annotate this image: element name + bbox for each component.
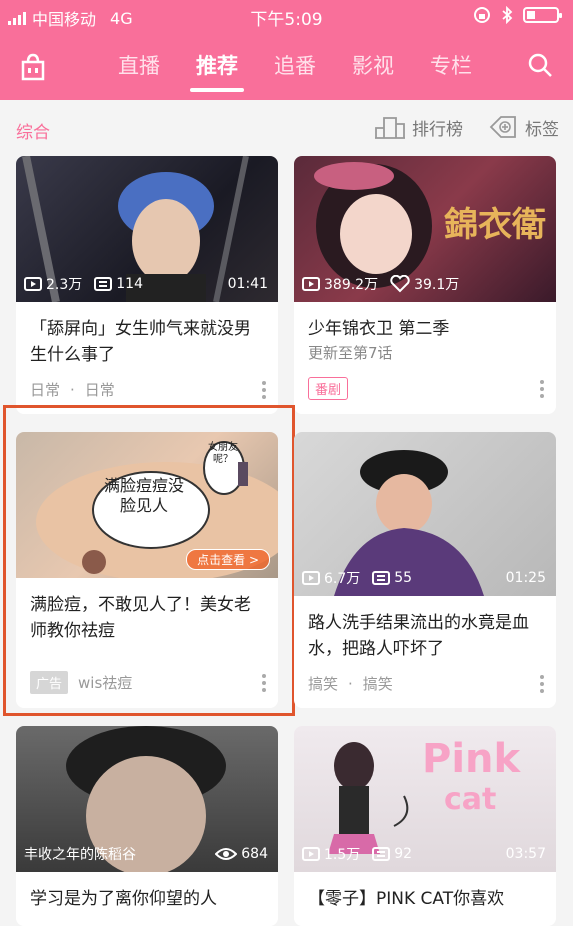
- subcategory-tag[interactable]: 日常: [85, 379, 115, 400]
- danmaku-count: 92: [394, 846, 413, 862]
- category-label[interactable]: 综合: [16, 118, 50, 143]
- video-title[interactable]: 学习是为了离你仰望的人: [16, 872, 278, 912]
- video-thumbnail[interactable]: 6.7万 55 01:25: [294, 432, 556, 596]
- uploader-caption: 丰收之年的陈稻谷: [24, 847, 136, 863]
- danmaku-count: 55: [394, 570, 413, 586]
- category-tag[interactable]: 日常: [30, 379, 60, 400]
- video-card[interactable]: 丰收之年的陈稻谷 684 学习是为了离你仰望的人: [16, 726, 278, 926]
- episode-update: 更新至第7话: [308, 344, 393, 362]
- video-card[interactable]: 6.7万 55 01:25 路人洗手结果流出的水竟是血水，把路人吓坏了 搞笑 ·…: [294, 432, 556, 708]
- view-count: 684: [241, 846, 268, 862]
- play-count: 389.2万: [324, 277, 379, 293]
- video-title[interactable]: 少年锦衣卫 第二季: [294, 302, 556, 342]
- app-logo-icon[interactable]: [18, 52, 48, 82]
- play-count: 6.7万: [324, 571, 361, 587]
- subcategory-tag[interactable]: 搞笑: [363, 673, 393, 694]
- overlay-cat-text: cat: [444, 782, 497, 817]
- overlay-pink-text: Pink: [422, 736, 521, 782]
- tab-column[interactable]: 专栏: [412, 50, 490, 92]
- video-thumbnail[interactable]: 丰收之年的陈稻谷 684: [16, 726, 278, 872]
- tags-label: 标签: [525, 119, 559, 140]
- play-count-icon: [302, 847, 320, 861]
- status-bar: 中国移动 4G 下午5:09: [0, 0, 573, 34]
- video-card[interactable]: 2.3万 114 01:41 「舔屏向」女生帅气来就没男生什么事了 日常 · 日…: [16, 156, 278, 414]
- ad-highlight-frame: [3, 405, 295, 716]
- duration: 01:41: [227, 276, 268, 292]
- eye-icon: [215, 848, 238, 860]
- video-card[interactable]: Pink cat 1.5万 92 03:57 【零子】PINK CAT你喜欢: [294, 726, 556, 926]
- more-options-icon[interactable]: [262, 380, 266, 399]
- battery-icon: [523, 7, 562, 23]
- bluetooth-icon: [502, 6, 513, 24]
- video-title[interactable]: 路人洗手结果流出的水竟是血水，把路人吓坏了: [294, 596, 556, 662]
- video-thumbnail[interactable]: 2.3万 114 01:41: [16, 156, 278, 302]
- top-nav: 直播 推荐 追番 影视 专栏: [0, 40, 573, 94]
- lock-rotation-icon: [474, 7, 490, 23]
- tab-film[interactable]: 影视: [334, 50, 412, 92]
- video-thumbnail[interactable]: 錦衣衛 389.2万 39.1万: [294, 156, 556, 302]
- play-count: 1.5万: [324, 847, 361, 863]
- tag-icon: [489, 116, 516, 138]
- sub-bar: 综合 排行榜 标签: [0, 100, 573, 156]
- app-header: 中国移动 4G 下午5:09 直播 推荐 追番 影视 专栏: [0, 0, 573, 100]
- nav-tabs: 直播 推荐 追番 影视 专栏: [100, 50, 490, 92]
- ranking-icon: [375, 117, 405, 139]
- tab-recommend[interactable]: 推荐: [178, 50, 256, 92]
- more-options-icon[interactable]: [540, 379, 544, 398]
- danmaku-icon: [94, 277, 113, 291]
- video-card[interactable]: 錦衣衛 389.2万 39.1万 少年锦衣卫 第二季 更新至第7话 番剧: [294, 156, 556, 414]
- video-title[interactable]: 「舔屏向」女生帅气来就没男生什么事了: [16, 302, 278, 368]
- tab-anime[interactable]: 追番: [256, 50, 334, 92]
- category-tag[interactable]: 搞笑: [308, 673, 338, 694]
- search-icon[interactable]: [527, 52, 553, 78]
- heart-icon: [390, 275, 410, 293]
- like-count: 39.1万: [414, 277, 460, 293]
- video-thumbnail[interactable]: Pink cat 1.5万 92 03:57: [294, 726, 556, 872]
- ranking-button[interactable]: 排行榜: [374, 114, 463, 140]
- more-options-icon[interactable]: [540, 674, 544, 693]
- play-count-icon: [24, 277, 42, 291]
- duration: 01:25: [505, 570, 546, 586]
- ranking-label: 排行榜: [412, 119, 463, 140]
- danmaku-icon: [372, 847, 391, 861]
- tab-live[interactable]: 直播: [100, 50, 178, 92]
- play-count-icon: [302, 571, 320, 585]
- danmaku-count: 114: [116, 276, 143, 292]
- tags-button[interactable]: 标签: [489, 114, 559, 140]
- svg-text:錦衣衛: 錦衣衛: [444, 205, 546, 245]
- anime-badge: 番剧: [308, 377, 349, 400]
- play-count: 2.3万: [46, 277, 83, 293]
- danmaku-icon: [372, 571, 391, 585]
- play-count-icon: [302, 277, 320, 291]
- video-title[interactable]: 【零子】PINK CAT你喜欢: [294, 872, 556, 912]
- duration: 03:57: [505, 846, 546, 862]
